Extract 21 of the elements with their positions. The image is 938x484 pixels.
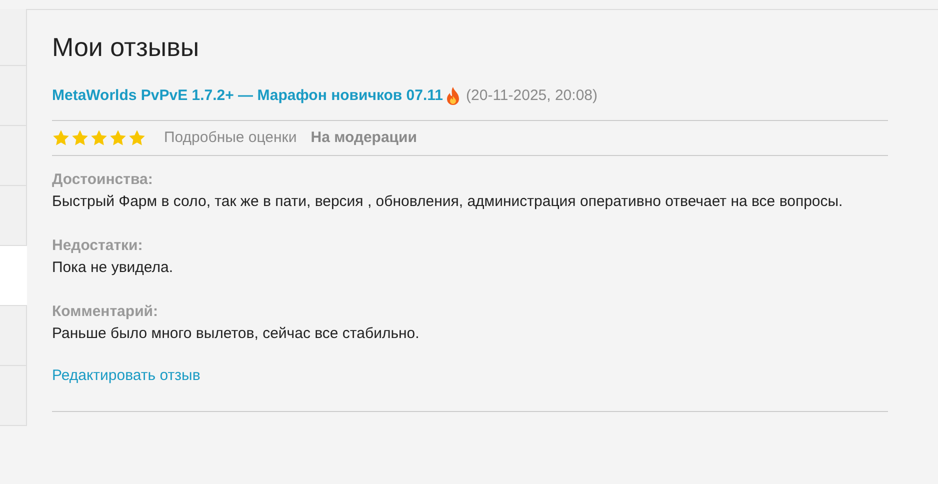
star-icon	[52, 129, 70, 147]
review-title-link[interactable]: MetaWorlds PvPvE 1.7.2+ — Марафон новичков 07.11	[52, 86, 444, 106]
sidebar-item[interactable]	[0, 186, 27, 246]
star-icon	[128, 129, 146, 147]
star-icon	[71, 129, 89, 147]
details-link[interactable]: Подробные оценки	[164, 126, 297, 150]
edit-review-link[interactable]: Редактировать отзыв	[52, 365, 888, 388]
section-label: Комментарий:	[52, 302, 160, 322]
section-text: Пока не увидела.	[52, 258, 174, 278]
page-title: Мои отзывы	[52, 31, 200, 63]
sidebar-item[interactable]	[0, 246, 27, 306]
fire-icon	[445, 86, 462, 106]
section-text: Быстрый Фарм в соло, так же в пати, версия , обновления, администрация оперативно отвечает на все вопросы.	[52, 192, 844, 212]
moderation-status: На модерации	[310, 128, 417, 148]
review-date: (20-11-2025, 20:08)	[466, 86, 598, 106]
sidebar-item[interactable]	[0, 306, 27, 366]
section-label: Недостатки:	[52, 236, 144, 256]
star-icon	[90, 129, 108, 147]
star-icon	[109, 129, 127, 147]
section-text: Раньше было много вылетов, сейчас все стабильно.	[52, 324, 420, 344]
section-label: Достоинства:	[52, 170, 154, 190]
